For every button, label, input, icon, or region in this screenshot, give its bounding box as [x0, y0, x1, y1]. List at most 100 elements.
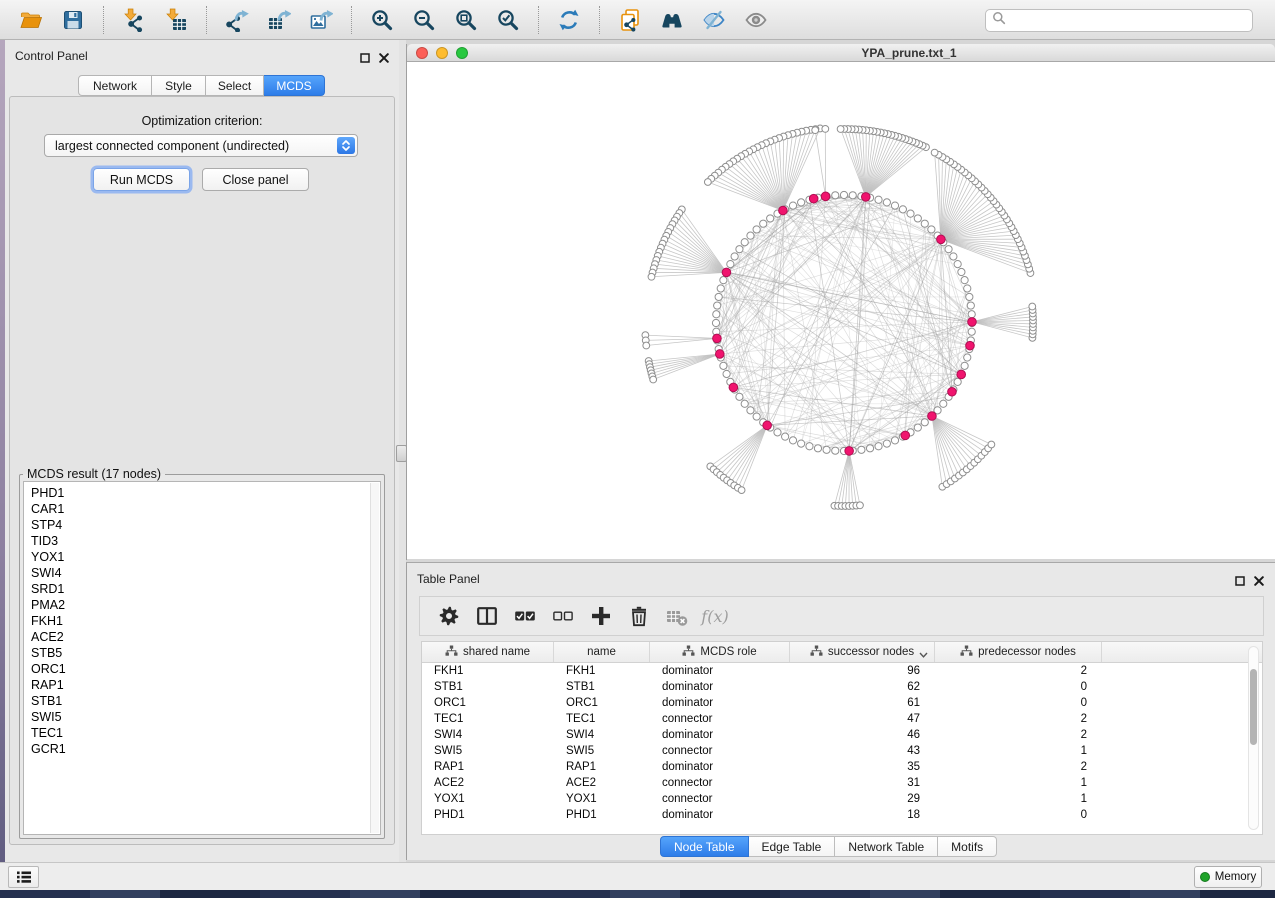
open-folder-icon[interactable] [16, 5, 46, 35]
table-row-orc1[interactable]: ORC1ORC1dominator610 [422, 695, 1262, 711]
graph-node[interactable] [857, 502, 864, 509]
column-header-name[interactable]: name [554, 642, 650, 662]
hide-eye-icon[interactable] [699, 5, 729, 35]
mcds-result-list[interactable]: PHD1CAR1STP4TID3YOX1SWI4SRD1PMA2FKH1ACE2… [23, 481, 381, 835]
export-image-icon[interactable] [306, 5, 336, 35]
select-all-icon[interactable] [511, 602, 539, 630]
graph-node[interactable] [914, 424, 921, 431]
graph-hub-node[interactable] [729, 383, 738, 392]
graph-node[interactable] [650, 376, 657, 383]
close-panel-icon[interactable] [1254, 573, 1264, 591]
export-network-icon[interactable] [222, 5, 252, 35]
mcds-result-item[interactable]: PHD1 [31, 485, 380, 501]
graph-node[interactable] [875, 443, 882, 450]
mcds-result-item[interactable]: ACE2 [31, 629, 380, 645]
zoom-in-icon[interactable] [367, 5, 397, 35]
graph-node[interactable] [736, 246, 743, 253]
graph-node[interactable] [914, 215, 921, 222]
graph-node[interactable] [747, 232, 754, 239]
zoom-out-icon[interactable] [409, 5, 439, 35]
result-list-scrollbar[interactable] [370, 483, 379, 833]
graph-node[interactable] [712, 319, 719, 326]
network-search-box[interactable] [985, 9, 1253, 32]
network-graph[interactable] [407, 62, 1275, 559]
refresh-layout-icon[interactable] [554, 5, 584, 35]
graph-node[interactable] [704, 179, 711, 186]
graph-node[interactable] [789, 437, 796, 444]
graph-node[interactable] [812, 127, 819, 134]
column-header-shared-name[interactable]: shared name [422, 642, 554, 662]
graph-hub-node[interactable] [957, 370, 966, 379]
graph-hub-node[interactable] [821, 192, 830, 201]
table-row-tec1[interactable]: TEC1TEC1connector472 [422, 711, 1262, 727]
table-row-yox1[interactable]: YOX1YOX1connector291 [422, 791, 1262, 807]
mcds-result-item[interactable]: YOX1 [31, 549, 380, 565]
graph-node[interactable] [747, 407, 754, 414]
graph-hub-node[interactable] [901, 431, 910, 440]
graph-node[interactable] [954, 378, 961, 385]
graph-node[interactable] [798, 440, 805, 447]
graph-node[interactable] [883, 440, 890, 447]
graph-node[interactable] [961, 362, 968, 369]
zoom-selected-icon[interactable] [493, 5, 523, 35]
close-panel-button[interactable]: Close panel [202, 168, 309, 191]
graph-node[interactable] [961, 277, 968, 284]
mcds-result-item[interactable]: STB1 [31, 693, 380, 709]
mcds-result-item[interactable]: STP4 [31, 517, 380, 533]
table-row-stb1[interactable]: STB1STB1dominator620 [422, 679, 1262, 695]
graph-node[interactable] [767, 215, 774, 222]
graph-node[interactable] [921, 419, 928, 426]
graph-node[interactable] [950, 253, 957, 260]
graph-node[interactable] [968, 311, 975, 318]
mcds-result-item[interactable]: GCR1 [31, 741, 380, 757]
mcds-result-item[interactable]: SRD1 [31, 581, 380, 597]
graph-hub-node[interactable] [968, 318, 977, 327]
float-panel-icon[interactable] [360, 50, 370, 68]
graph-node[interactable] [883, 199, 890, 206]
graph-node[interactable] [720, 362, 727, 369]
graph-node[interactable] [832, 447, 839, 454]
graph-node[interactable] [814, 445, 821, 452]
tab-node-table[interactable]: Node Table [660, 836, 749, 857]
clone-network-icon[interactable] [615, 5, 645, 35]
graph-hub-node[interactable] [809, 194, 818, 203]
column-header-successor-nodes[interactable]: successor nodes [790, 642, 935, 662]
graph-hub-node[interactable] [845, 447, 854, 456]
graph-node[interactable] [782, 433, 789, 440]
graph-node[interactable] [849, 192, 856, 199]
tab-edge-table[interactable]: Edge Table [749, 836, 836, 857]
graph-node[interactable] [760, 220, 767, 227]
gear-icon[interactable] [435, 602, 463, 630]
graph-node[interactable] [731, 253, 738, 260]
delete-column-icon[interactable] [625, 602, 653, 630]
graph-hub-node[interactable] [713, 334, 722, 343]
graph-hub-node[interactable] [861, 193, 870, 202]
zoom-window-light[interactable] [456, 47, 468, 59]
graph-node[interactable] [968, 328, 975, 335]
graph-node[interactable] [840, 191, 847, 198]
save-icon[interactable] [58, 5, 88, 35]
minimize-window-light[interactable] [436, 47, 448, 59]
graph-node[interactable] [940, 400, 947, 407]
graph-node[interactable] [798, 199, 805, 206]
graph-node[interactable] [837, 126, 844, 133]
graph-node[interactable] [945, 246, 952, 253]
graph-node[interactable] [899, 206, 906, 213]
mcds-result-item[interactable]: SWI4 [31, 565, 380, 581]
graph-hub-node[interactable] [763, 421, 772, 430]
float-panel-icon[interactable] [1235, 573, 1245, 591]
graph-node[interactable] [988, 441, 995, 448]
memory-button[interactable]: Memory [1194, 866, 1262, 888]
graph-node[interactable] [832, 192, 839, 199]
graph-node[interactable] [720, 277, 727, 284]
graph-node[interactable] [774, 429, 781, 436]
network-canvas[interactable] [407, 62, 1275, 559]
graph-node[interactable] [643, 342, 650, 349]
graph-node[interactable] [715, 293, 722, 300]
tab-motifs[interactable]: Motifs [938, 836, 997, 857]
table-row-swi4[interactable]: SWI4SWI4dominator462 [422, 727, 1262, 743]
split-columns-icon[interactable] [473, 602, 501, 630]
mcds-result-item[interactable]: CAR1 [31, 501, 380, 517]
import-network-icon[interactable] [119, 5, 149, 35]
graph-hub-node[interactable] [937, 235, 946, 244]
